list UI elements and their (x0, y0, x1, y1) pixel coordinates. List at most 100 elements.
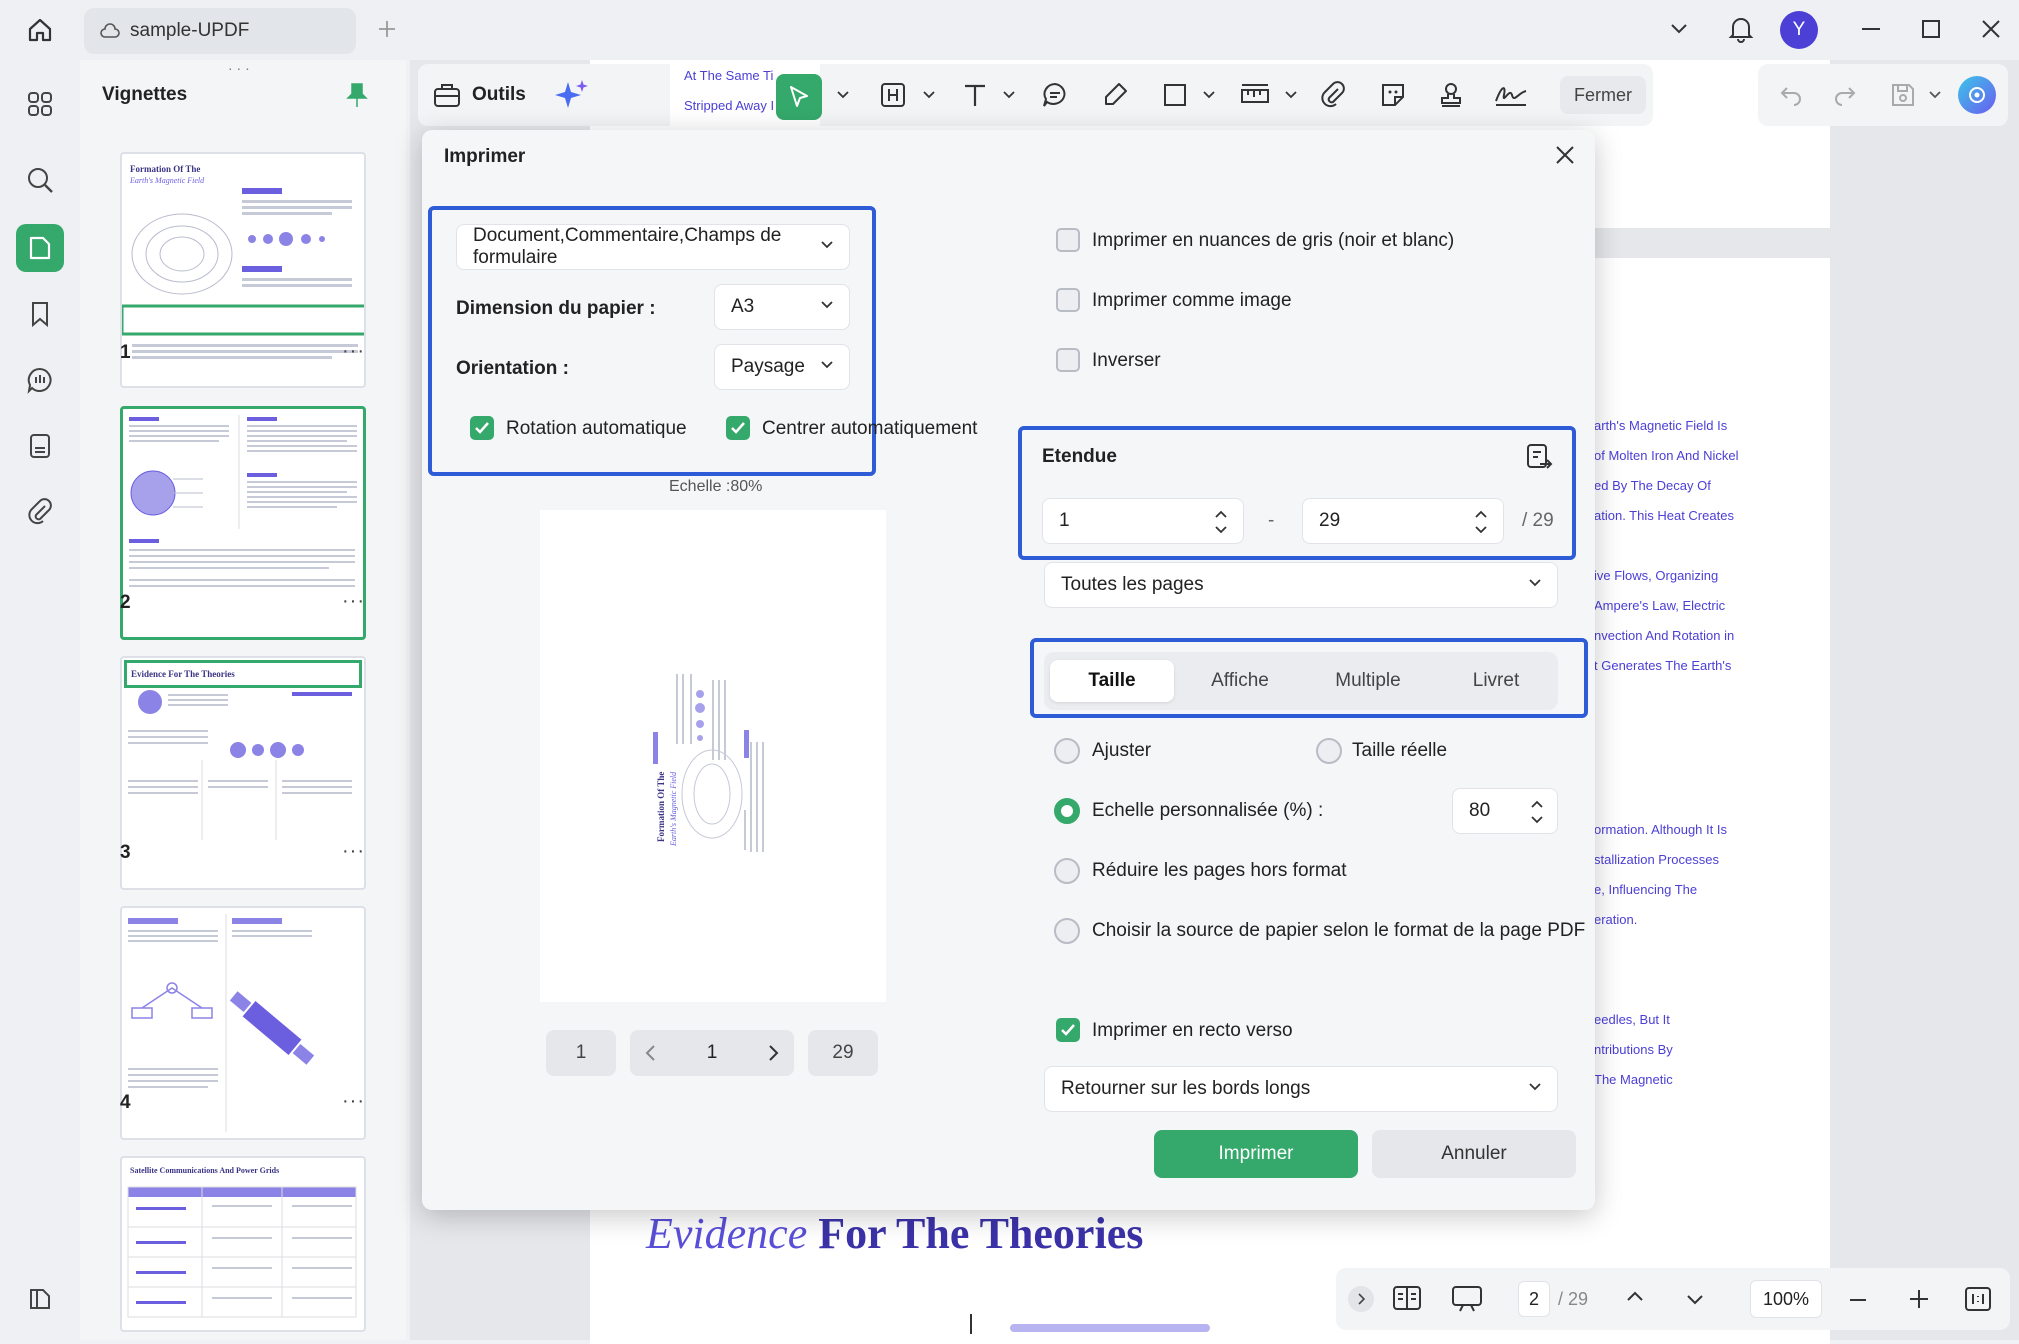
actual-size-label: Taille réelle (1352, 740, 1448, 761)
flip-edge-select[interactable]: Retourner sur les bords longs (1044, 1066, 1558, 1112)
first-page-button[interactable]: 1 (546, 1030, 616, 1076)
document-tab[interactable]: sample-UPDF (84, 8, 356, 54)
chevron-up-icon[interactable] (1626, 1290, 1644, 1302)
page-text-line: of Molten Iron And Nickel (1594, 448, 1739, 463)
page-number-input[interactable]: 2 (1518, 1281, 1550, 1317)
thumbnail-page-2[interactable] (120, 406, 366, 640)
tab-livret[interactable]: Livret (1434, 660, 1558, 702)
stamp-icon[interactable] (1434, 78, 1468, 112)
tab-multiple[interactable]: Multiple (1306, 660, 1430, 702)
bell-icon[interactable] (1724, 12, 1758, 46)
chevron-down-icon[interactable] (826, 78, 860, 112)
new-tab-icon[interactable] (372, 14, 402, 44)
attachment-icon[interactable] (1316, 78, 1350, 112)
thumbnail-page-5[interactable]: Satellite Communications And Power Grids (120, 1156, 366, 1332)
select-tool-button[interactable] (776, 74, 822, 120)
range-from-input[interactable]: 1 (1042, 498, 1244, 544)
chevron-down-icon[interactable] (912, 78, 946, 112)
redo-icon[interactable] (1828, 78, 1862, 112)
rectangle-icon[interactable] (1158, 78, 1192, 112)
chevron-right-icon[interactable] (1348, 1286, 1374, 1312)
undo-icon[interactable] (1774, 78, 1808, 112)
thumb-more-1[interactable]: ··· (342, 340, 365, 363)
zoom-field[interactable]: 100% (1750, 1280, 1822, 1318)
avatar[interactable]: Y (1780, 11, 1818, 49)
shrink-radio[interactable] (1054, 858, 1080, 884)
sticker-icon[interactable] (1376, 78, 1410, 112)
save-icon[interactable] (1886, 78, 1920, 112)
chevron-left-icon[interactable] (644, 1044, 656, 1062)
highlighter-icon[interactable] (1098, 78, 1132, 112)
chevron-down-icon[interactable] (1686, 1294, 1704, 1306)
fit-radio[interactable] (1054, 738, 1080, 764)
auto-center-checkbox[interactable] (726, 416, 750, 440)
print-button[interactable]: Imprimer (1154, 1130, 1358, 1178)
chevron-right-icon[interactable] (768, 1044, 780, 1062)
zoom-out-icon[interactable] (1848, 1290, 1868, 1310)
close-window-icon[interactable] (1976, 14, 2006, 44)
ruler-icon[interactable] (1238, 78, 1272, 112)
search-icon[interactable] (16, 156, 64, 204)
chevron-down-icon[interactable] (1664, 14, 1694, 44)
cancel-button[interactable]: Annuler (1372, 1130, 1576, 1178)
drag-handle[interactable]: · · · (228, 60, 250, 76)
invert-checkbox[interactable] (1056, 348, 1080, 372)
stepper-icon[interactable] (1475, 509, 1487, 535)
signature-icon[interactable] (1494, 78, 1528, 112)
page-layout-icon[interactable] (1392, 1284, 1422, 1312)
home-icon[interactable] (22, 12, 58, 48)
chevron-down-icon[interactable] (1274, 78, 1308, 112)
thumbnail-page-3[interactable]: Evidence For The Theories (120, 656, 366, 890)
pin-icon[interactable] (346, 82, 368, 108)
stepper-icon[interactable] (1215, 509, 1227, 535)
auto-rotate-checkbox[interactable] (470, 416, 494, 440)
chevron-down-icon[interactable] (1918, 78, 1952, 112)
minimize-icon[interactable] (1856, 14, 1886, 44)
fit-label: Ajuster (1092, 740, 1152, 761)
last-page-button[interactable]: 29 (808, 1030, 878, 1076)
page-subset-select[interactable]: Toutes les pages (1044, 562, 1558, 608)
thumb-more-4[interactable]: ··· (342, 1090, 365, 1113)
tab-affiche[interactable]: Affiche (1178, 660, 1302, 702)
thumbnails-icon[interactable] (16, 224, 64, 272)
thumb-more-3[interactable]: ··· (342, 840, 365, 863)
ai-assistant-icon[interactable] (1958, 76, 1996, 114)
range-to-input[interactable]: 29 (1302, 498, 1504, 544)
bookmark-icon[interactable] (16, 290, 64, 338)
heading-icon[interactable] (876, 78, 910, 112)
chevron-down-icon[interactable] (992, 78, 1026, 112)
thumbnail-page-1[interactable]: Formation Of The Earth's Magnetic Field (120, 152, 366, 388)
attachments-panel-icon[interactable] (16, 422, 64, 470)
paper-source-radio[interactable] (1054, 918, 1080, 944)
thumb-more-2[interactable]: ··· (342, 590, 365, 613)
close-icon[interactable] (1554, 144, 1576, 166)
comments-icon[interactable] (16, 356, 64, 404)
thumbnail-page-4[interactable] (120, 906, 366, 1140)
page-text-line: e, Influencing The (1594, 882, 1698, 897)
presentation-icon[interactable] (1450, 1284, 1484, 1314)
page-range-icon[interactable] (1524, 442, 1554, 472)
paper-size-select[interactable]: A3 (714, 284, 850, 330)
actual-size-icon[interactable] (1964, 1286, 1992, 1312)
comment-icon[interactable] (1038, 78, 1072, 112)
content-select[interactable]: Document,Commentaire,Champs de formulair… (456, 224, 850, 270)
stepper-icon[interactable] (1531, 799, 1543, 825)
orientation-select[interactable]: Paysage (714, 344, 850, 390)
close-tools-button[interactable]: Fermer (1560, 76, 1646, 114)
layers-icon[interactable] (16, 1274, 64, 1322)
tab-taille[interactable]: Taille (1050, 660, 1174, 702)
custom-scale-input[interactable]: 80 (1452, 788, 1558, 834)
actual-size-radio[interactable] (1316, 738, 1342, 764)
ai-sparkle-icon[interactable] (554, 78, 590, 112)
maximize-icon[interactable] (1916, 14, 1946, 44)
current-page-field[interactable]: 1 (680, 1042, 744, 1064)
zoom-in-icon[interactable] (1908, 1288, 1930, 1310)
print-as-image-checkbox[interactable] (1056, 288, 1080, 312)
chevron-down-icon[interactable] (1192, 78, 1226, 112)
custom-scale-radio[interactable] (1054, 798, 1080, 824)
text-icon[interactable] (958, 78, 992, 112)
grayscale-checkbox[interactable] (1056, 228, 1080, 252)
grid-icon[interactable] (16, 80, 64, 128)
paperclip-icon[interactable] (16, 488, 64, 536)
duplex-checkbox[interactable] (1056, 1018, 1080, 1042)
